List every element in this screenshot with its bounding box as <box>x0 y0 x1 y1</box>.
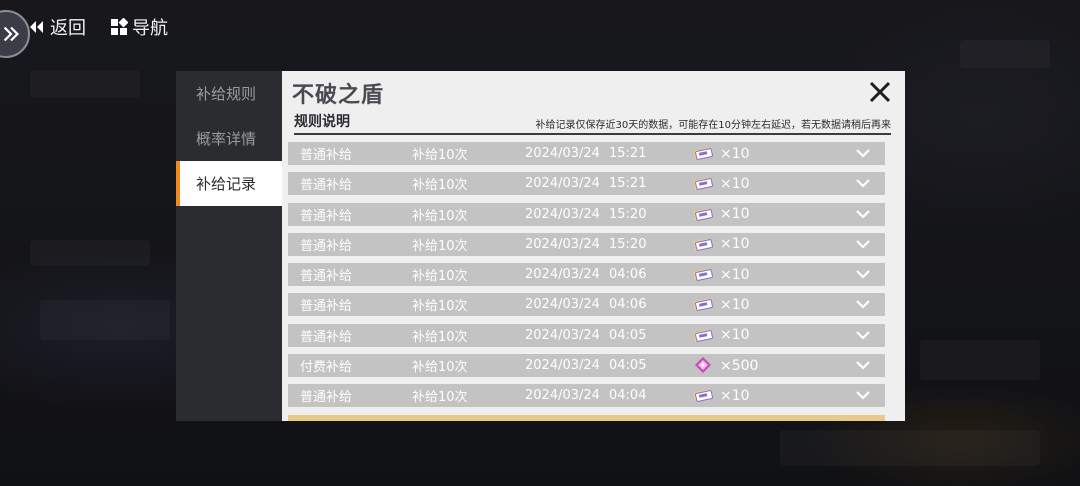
chevron-down-icon[interactable] <box>855 268 871 280</box>
chevron-down-icon[interactable] <box>855 147 871 159</box>
tab-label: 补给规则 <box>196 85 257 103</box>
tab-label: 补给记录 <box>196 175 257 193</box>
record-row[interactable]: 普通补给 补给10次 2024/03/24 15:21 ×10 <box>288 172 885 196</box>
record-quantity: ×10 <box>720 296 750 313</box>
double-chevron-right-icon <box>3 26 19 42</box>
record-quantity: ×500 <box>720 357 759 374</box>
tab-supply-records[interactable]: 补给记录 <box>176 161 282 206</box>
record-date: 2024/03/24 <box>525 327 600 343</box>
supply-records-panel: 不破之盾 规则说明 补给记录仅保存近30天的数据，可能存在10分钟左右延迟，若无… <box>282 71 905 421</box>
record-type: 普通补给 <box>300 329 353 345</box>
record-time: 15:20 <box>609 206 647 222</box>
record-count: 补给10次 <box>412 238 468 254</box>
chevron-down-icon[interactable] <box>855 298 871 310</box>
record-quantity: ×10 <box>720 387 750 404</box>
back-button[interactable]: 返回 <box>28 14 86 40</box>
record-row-partial[interactable] <box>288 414 885 421</box>
chevron-down-icon[interactable] <box>855 329 871 341</box>
record-count: 补给10次 <box>412 299 468 315</box>
record-type: 普通补给 <box>300 390 353 406</box>
ticket-icon <box>693 327 713 343</box>
grid-icon <box>111 18 128 35</box>
record-row[interactable]: 普通补给 补给10次 2024/03/24 04:06 ×10 <box>288 263 885 287</box>
record-time: 04:05 <box>609 358 647 374</box>
record-date: 2024/03/24 <box>525 236 600 252</box>
record-quantity: ×10 <box>720 266 750 283</box>
record-type: 普通补给 <box>300 299 353 315</box>
panel-title: 不破之盾 <box>292 83 385 108</box>
chevron-down-icon[interactable] <box>855 389 871 401</box>
ticket-icon <box>693 296 713 312</box>
record-type: 普通补给 <box>300 148 353 163</box>
records-list: 普通补给 补给10次 2024/03/24 15:21 ×10 普通补给 补给10次 2024… <box>288 142 885 421</box>
record-time: 04:06 <box>609 267 647 283</box>
rules-label: 规则说明 <box>294 114 350 130</box>
double-chevron-left-icon <box>30 21 43 33</box>
record-count: 补给10次 <box>412 148 468 163</box>
record-date: 2024/03/24 <box>525 146 600 161</box>
record-row[interactable]: 普通补给 补给10次 2024/03/24 04:05 ×10 <box>288 323 885 347</box>
close-icon[interactable] <box>867 79 893 105</box>
tab-supply-rules[interactable]: 补给规则 <box>176 71 282 116</box>
ticket-icon <box>693 236 713 252</box>
record-date: 2024/03/24 <box>525 388 600 404</box>
record-date: 2024/03/24 <box>525 297 600 313</box>
record-row[interactable]: 付费补给 补给10次 2024/03/24 04:05 ×500 <box>288 354 885 378</box>
record-row[interactable]: 普通补给 补给10次 2024/03/24 04:04 ×10 <box>288 384 885 408</box>
chevron-down-icon[interactable] <box>855 238 871 250</box>
record-date: 2024/03/24 <box>525 206 600 222</box>
nav-button[interactable]: 导航 <box>110 14 168 40</box>
record-time: 04:05 <box>609 327 647 343</box>
record-type: 普通补给 <box>300 269 353 285</box>
record-time: 04:04 <box>609 388 647 404</box>
ticket-icon <box>693 145 713 161</box>
record-date: 2024/03/24 <box>525 358 600 374</box>
chevron-down-icon[interactable] <box>855 177 871 189</box>
ticket-icon <box>693 266 713 282</box>
record-type: 普通补给 <box>300 238 353 254</box>
ticket-icon <box>693 387 713 403</box>
record-quantity: ×10 <box>720 236 750 253</box>
record-quantity: ×10 <box>720 327 750 344</box>
record-type: 普通补给 <box>300 208 353 224</box>
chevron-down-icon[interactable] <box>855 359 871 371</box>
record-type: 普通补给 <box>300 178 353 194</box>
tab-probability-details[interactable]: 概率详情 <box>176 116 282 161</box>
record-count: 补给10次 <box>412 178 468 194</box>
record-count: 补给10次 <box>412 329 468 345</box>
record-row[interactable]: 普通补给 补给10次 2024/03/24 15:20 ×10 <box>288 232 885 256</box>
record-quantity: ×10 <box>720 175 750 192</box>
top-navigation: 返回 导航 <box>28 14 168 40</box>
record-quantity: ×10 <box>720 145 750 162</box>
crystal-icon <box>693 357 713 374</box>
back-label: 返回 <box>50 18 86 39</box>
record-row[interactable]: 普通补给 补给10次 2024/03/24 15:21 ×10 <box>288 142 885 165</box>
record-count: 补给10次 <box>412 360 468 376</box>
nav-label: 导航 <box>132 18 168 39</box>
rules-note: 补给记录仅保存近30天的数据，可能存在10分钟左右延迟，若无数据请稍后再来 <box>535 120 891 131</box>
record-time: 15:21 <box>609 146 647 161</box>
record-quantity: ×10 <box>720 206 750 223</box>
record-count: 补给10次 <box>412 269 468 285</box>
record-date: 2024/03/24 <box>525 176 600 192</box>
record-count: 补给10次 <box>412 208 468 224</box>
record-time: 15:21 <box>609 176 647 192</box>
record-row[interactable]: 普通补给 补给10次 2024/03/24 15:20 ×10 <box>288 202 885 226</box>
dialog-sidebar: 补给规则 概率详情 补给记录 <box>176 71 282 421</box>
record-time: 15:20 <box>609 236 647 252</box>
record-row[interactable]: 普通补给 补给10次 2024/03/24 04:06 ×10 <box>288 293 885 317</box>
chevron-down-icon[interactable] <box>855 208 871 220</box>
ticket-icon <box>693 206 713 222</box>
record-type: 付费补给 <box>300 360 353 376</box>
tab-label: 概率详情 <box>196 130 257 148</box>
ticket-icon <box>693 175 713 191</box>
record-count: 补给10次 <box>412 390 468 406</box>
rules-header: 规则说明 补给记录仅保存近30天的数据，可能存在10分钟左右延迟，若无数据请稍后… <box>294 114 891 135</box>
record-date: 2024/03/24 <box>525 267 600 283</box>
record-time: 04:06 <box>609 297 647 313</box>
